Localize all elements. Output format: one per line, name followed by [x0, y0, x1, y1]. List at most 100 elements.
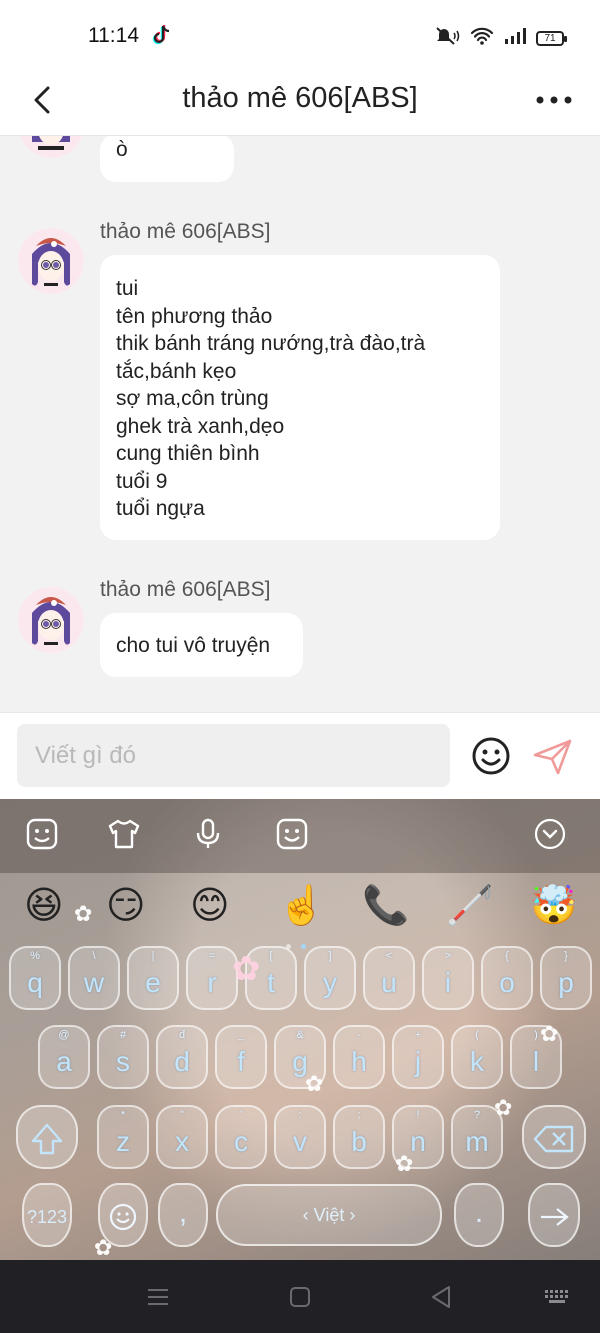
message-line: thik bánh tráng nướng,trà đào,trà [116, 332, 426, 355]
triangle-back-icon [432, 1286, 450, 1308]
emoji-suggestion[interactable]: 🤯 [530, 881, 577, 931]
key-f[interactable]: _ f [215, 1025, 267, 1089]
more-dots-icon [536, 96, 572, 104]
keyboard-icon [545, 1290, 568, 1303]
key-v[interactable]: :v [274, 1105, 326, 1169]
home-square-icon [290, 1287, 310, 1307]
sender-name: thảo mê 606[ABS] [100, 578, 271, 601]
chat-message-list[interactable]: ò thảo mê 606[ABS] tui tên phương thảo t… [0, 136, 600, 712]
sender-avatar[interactable] [18, 228, 84, 294]
system-navigation-bar [0, 1260, 600, 1333]
home-button[interactable] [285, 1282, 315, 1312]
chat-header: thảo mê 606[ABS] [0, 70, 600, 136]
key-m[interactable]: ? m [451, 1105, 503, 1169]
key-d[interactable]: đd [156, 1025, 208, 1089]
key-a[interactable]: @ a [38, 1025, 90, 1089]
key-x[interactable]: " x [156, 1105, 208, 1169]
voice-input-button[interactable] [191, 817, 225, 851]
avatar-image [18, 587, 84, 653]
sender-avatar[interactable] [18, 587, 84, 653]
key-k[interactable]: (k [451, 1025, 503, 1089]
key-u[interactable]: < u [363, 946, 415, 1010]
emoji-suggestion[interactable]: 🦯 [446, 881, 493, 931]
soft-keyboard: 😆 😏 😊 ☝️ 📞 🦯 🤯 % q \ w | e = r [t ] y < u > i {… [0, 799, 600, 1260]
keyboard-toolbar [0, 799, 600, 873]
emoji-suggestion[interactable]: ☝️ [278, 881, 325, 931]
shift-key[interactable] [16, 1105, 78, 1169]
backspace-key[interactable] [522, 1105, 586, 1169]
emoji-key[interactable] [98, 1183, 148, 1247]
emoji-button[interactable] [470, 735, 512, 777]
key-g[interactable]: & g [274, 1025, 326, 1089]
recent-apps-button[interactable] [143, 1282, 173, 1312]
status-bar: 11:14 71 [0, 0, 600, 70]
key-s[interactable]: # s [97, 1025, 149, 1089]
key-t[interactable]: [t [245, 946, 297, 1010]
message-line: tên phương thảo [116, 304, 273, 328]
send-button[interactable] [530, 733, 576, 779]
message-input[interactable] [17, 724, 450, 787]
key-p[interactable]: } p [540, 946, 592, 1010]
key-c[interactable]: ' c [215, 1105, 267, 1169]
backspace-icon [533, 1125, 574, 1153]
key-l[interactable]: ) l [510, 1025, 562, 1089]
key-i[interactable]: > i [422, 946, 474, 1010]
sender-avatar[interactable] [18, 136, 84, 158]
more-options-button[interactable] [534, 82, 574, 118]
message-composer [0, 712, 600, 800]
mute-icon [434, 26, 460, 51]
keyboard-switch-button[interactable] [542, 1282, 572, 1312]
comma-key[interactable]: , [158, 1183, 208, 1247]
status-time: 11:14 [88, 24, 139, 47]
key-e[interactable]: | e [127, 946, 179, 1010]
sticker-button[interactable] [25, 817, 59, 851]
message-line: tui [116, 277, 139, 300]
message-line: ò [116, 138, 128, 161]
emoji-suggestion-row: 😆 😏 😊 ☝️ 📞 🦯 🤯 [0, 881, 600, 931]
key-j[interactable]: + j [392, 1025, 444, 1089]
period-key[interactable]: . [454, 1183, 504, 1247]
smiley-icon [109, 1203, 137, 1231]
shift-arrow-icon [31, 1123, 63, 1155]
key-n[interactable]: ! n [392, 1105, 444, 1169]
message-bubble[interactable]: tui tên phương thảo thik bánh tráng nướn… [100, 255, 500, 540]
menu-lines-icon [148, 1289, 168, 1305]
message-line: tuổi 9 [116, 469, 168, 493]
emoji-suggestion[interactable]: 📞 [362, 881, 409, 931]
enter-key[interactable] [528, 1183, 580, 1247]
collapse-toolbar-button[interactable] [533, 817, 567, 851]
key-h[interactable]: -h [333, 1025, 385, 1089]
emoji-suggestion[interactable]: 😏 [106, 881, 146, 931]
key-r[interactable]: = r [186, 946, 238, 1010]
message-line: sợ ma,côn trùng [116, 387, 269, 410]
emoji-keyboard-button[interactable] [275, 817, 309, 851]
battery-icon: 71 [536, 31, 567, 46]
space-key[interactable]: ‹ Việt › [216, 1184, 442, 1246]
key-b[interactable]: ; b [333, 1105, 385, 1169]
key-y[interactable]: ] y [304, 946, 356, 1010]
message-bubble[interactable]: cho tui vô truyện [100, 613, 303, 677]
key-w[interactable]: \ w [68, 946, 120, 1010]
theme-button[interactable] [107, 817, 141, 851]
tiktok-notification-icon [152, 24, 172, 52]
emoji-suggestion[interactable]: 😊 [190, 881, 230, 931]
sticker-icon [26, 818, 58, 850]
message-line: cho tui vô truyện [116, 634, 271, 657]
smiley-icon [472, 737, 510, 775]
key-q[interactable]: % q [9, 946, 61, 1010]
key-z[interactable]: * z [97, 1105, 149, 1169]
sender-name: thảo mê 606[ABS] [100, 220, 271, 243]
system-back-button[interactable] [427, 1282, 457, 1312]
tshirt-icon [108, 819, 140, 849]
message-line: cung thiên bình [116, 442, 260, 465]
message-bubble[interactable]: ò [100, 136, 234, 182]
symbols-key[interactable]: ?123 [22, 1183, 72, 1247]
avatar-image [18, 228, 84, 294]
emoji-face-icon [276, 818, 308, 850]
emoji-suggestion[interactable]: 😆 [24, 881, 64, 931]
chat-title: thảo mê 606[ABS] [182, 82, 418, 114]
chevron-down-icon [534, 818, 566, 850]
signal-icon [504, 27, 526, 50]
enter-icon [541, 1208, 569, 1226]
key-o[interactable]: {o [481, 946, 533, 1010]
